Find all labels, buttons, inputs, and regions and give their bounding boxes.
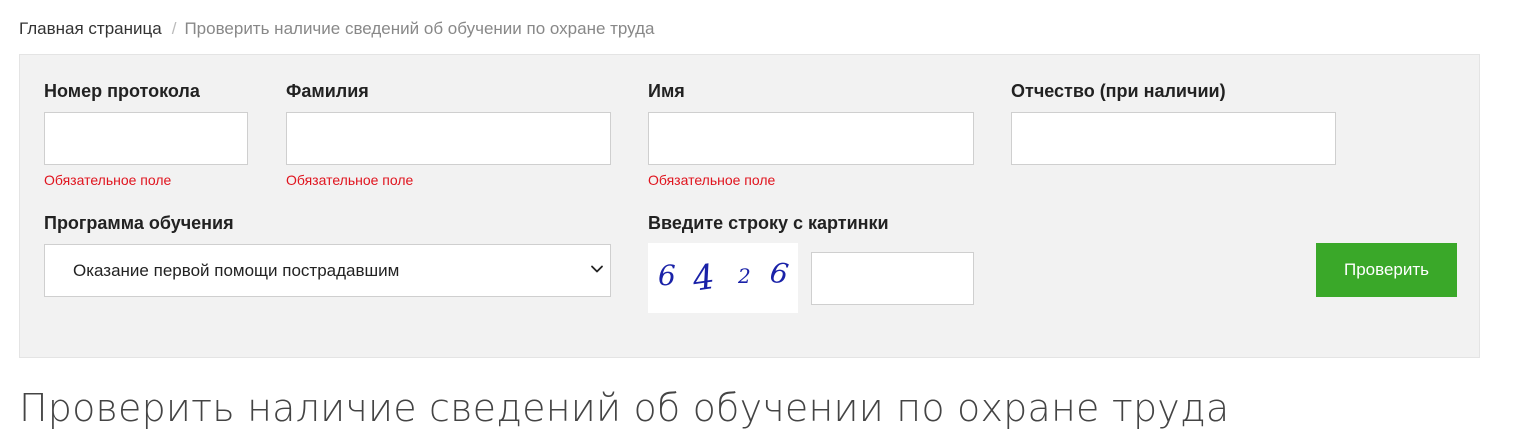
name-error: Обязательное поле: [648, 172, 776, 188]
protocol-label: Номер протокола: [44, 81, 200, 101]
search-form-panel: Номер протокола Обязательное поле Фамили…: [19, 54, 1480, 358]
protocol-number-input[interactable]: [44, 112, 248, 165]
name-input[interactable]: [648, 112, 974, 165]
breadcrumb-current: Проверить наличие сведений об обучении п…: [184, 19, 655, 38]
program-selected-value: Оказание первой помощи пострадавшим: [73, 261, 400, 280]
surname-error: Обязательное поле: [286, 172, 414, 188]
breadcrumb-home-link[interactable]: Главная страница: [19, 19, 162, 38]
breadcrumb: Главная страница / Проверить наличие сведе…: [19, 19, 655, 39]
surname-input[interactable]: [286, 112, 611, 165]
check-button[interactable]: Проверить: [1316, 243, 1457, 297]
program-label: Программа обучения: [44, 213, 234, 233]
captcha-label: Введите строку с картинки: [648, 213, 889, 233]
chevron-down-icon: [591, 265, 603, 273]
surname-label: Фамилия: [286, 81, 369, 101]
page-title: Проверить наличие сведений об обучении п…: [19, 386, 1230, 430]
breadcrumb-separator: /: [171, 19, 177, 38]
program-select[interactable]: Оказание первой помощи пострадавшим: [44, 244, 611, 297]
captcha-char: 4: [689, 257, 717, 300]
patronymic-label: Отчество (при наличии): [1011, 81, 1226, 101]
protocol-error: Обязательное поле: [44, 172, 172, 188]
captcha-char: 2: [737, 264, 751, 288]
patronymic-input[interactable]: [1011, 112, 1336, 165]
name-label: Имя: [648, 81, 685, 101]
captcha-image: 6 4 2 6: [648, 243, 798, 313]
captcha-input[interactable]: [811, 252, 974, 305]
captcha-char: 6: [658, 259, 676, 292]
captcha-char: 6: [768, 256, 791, 292]
